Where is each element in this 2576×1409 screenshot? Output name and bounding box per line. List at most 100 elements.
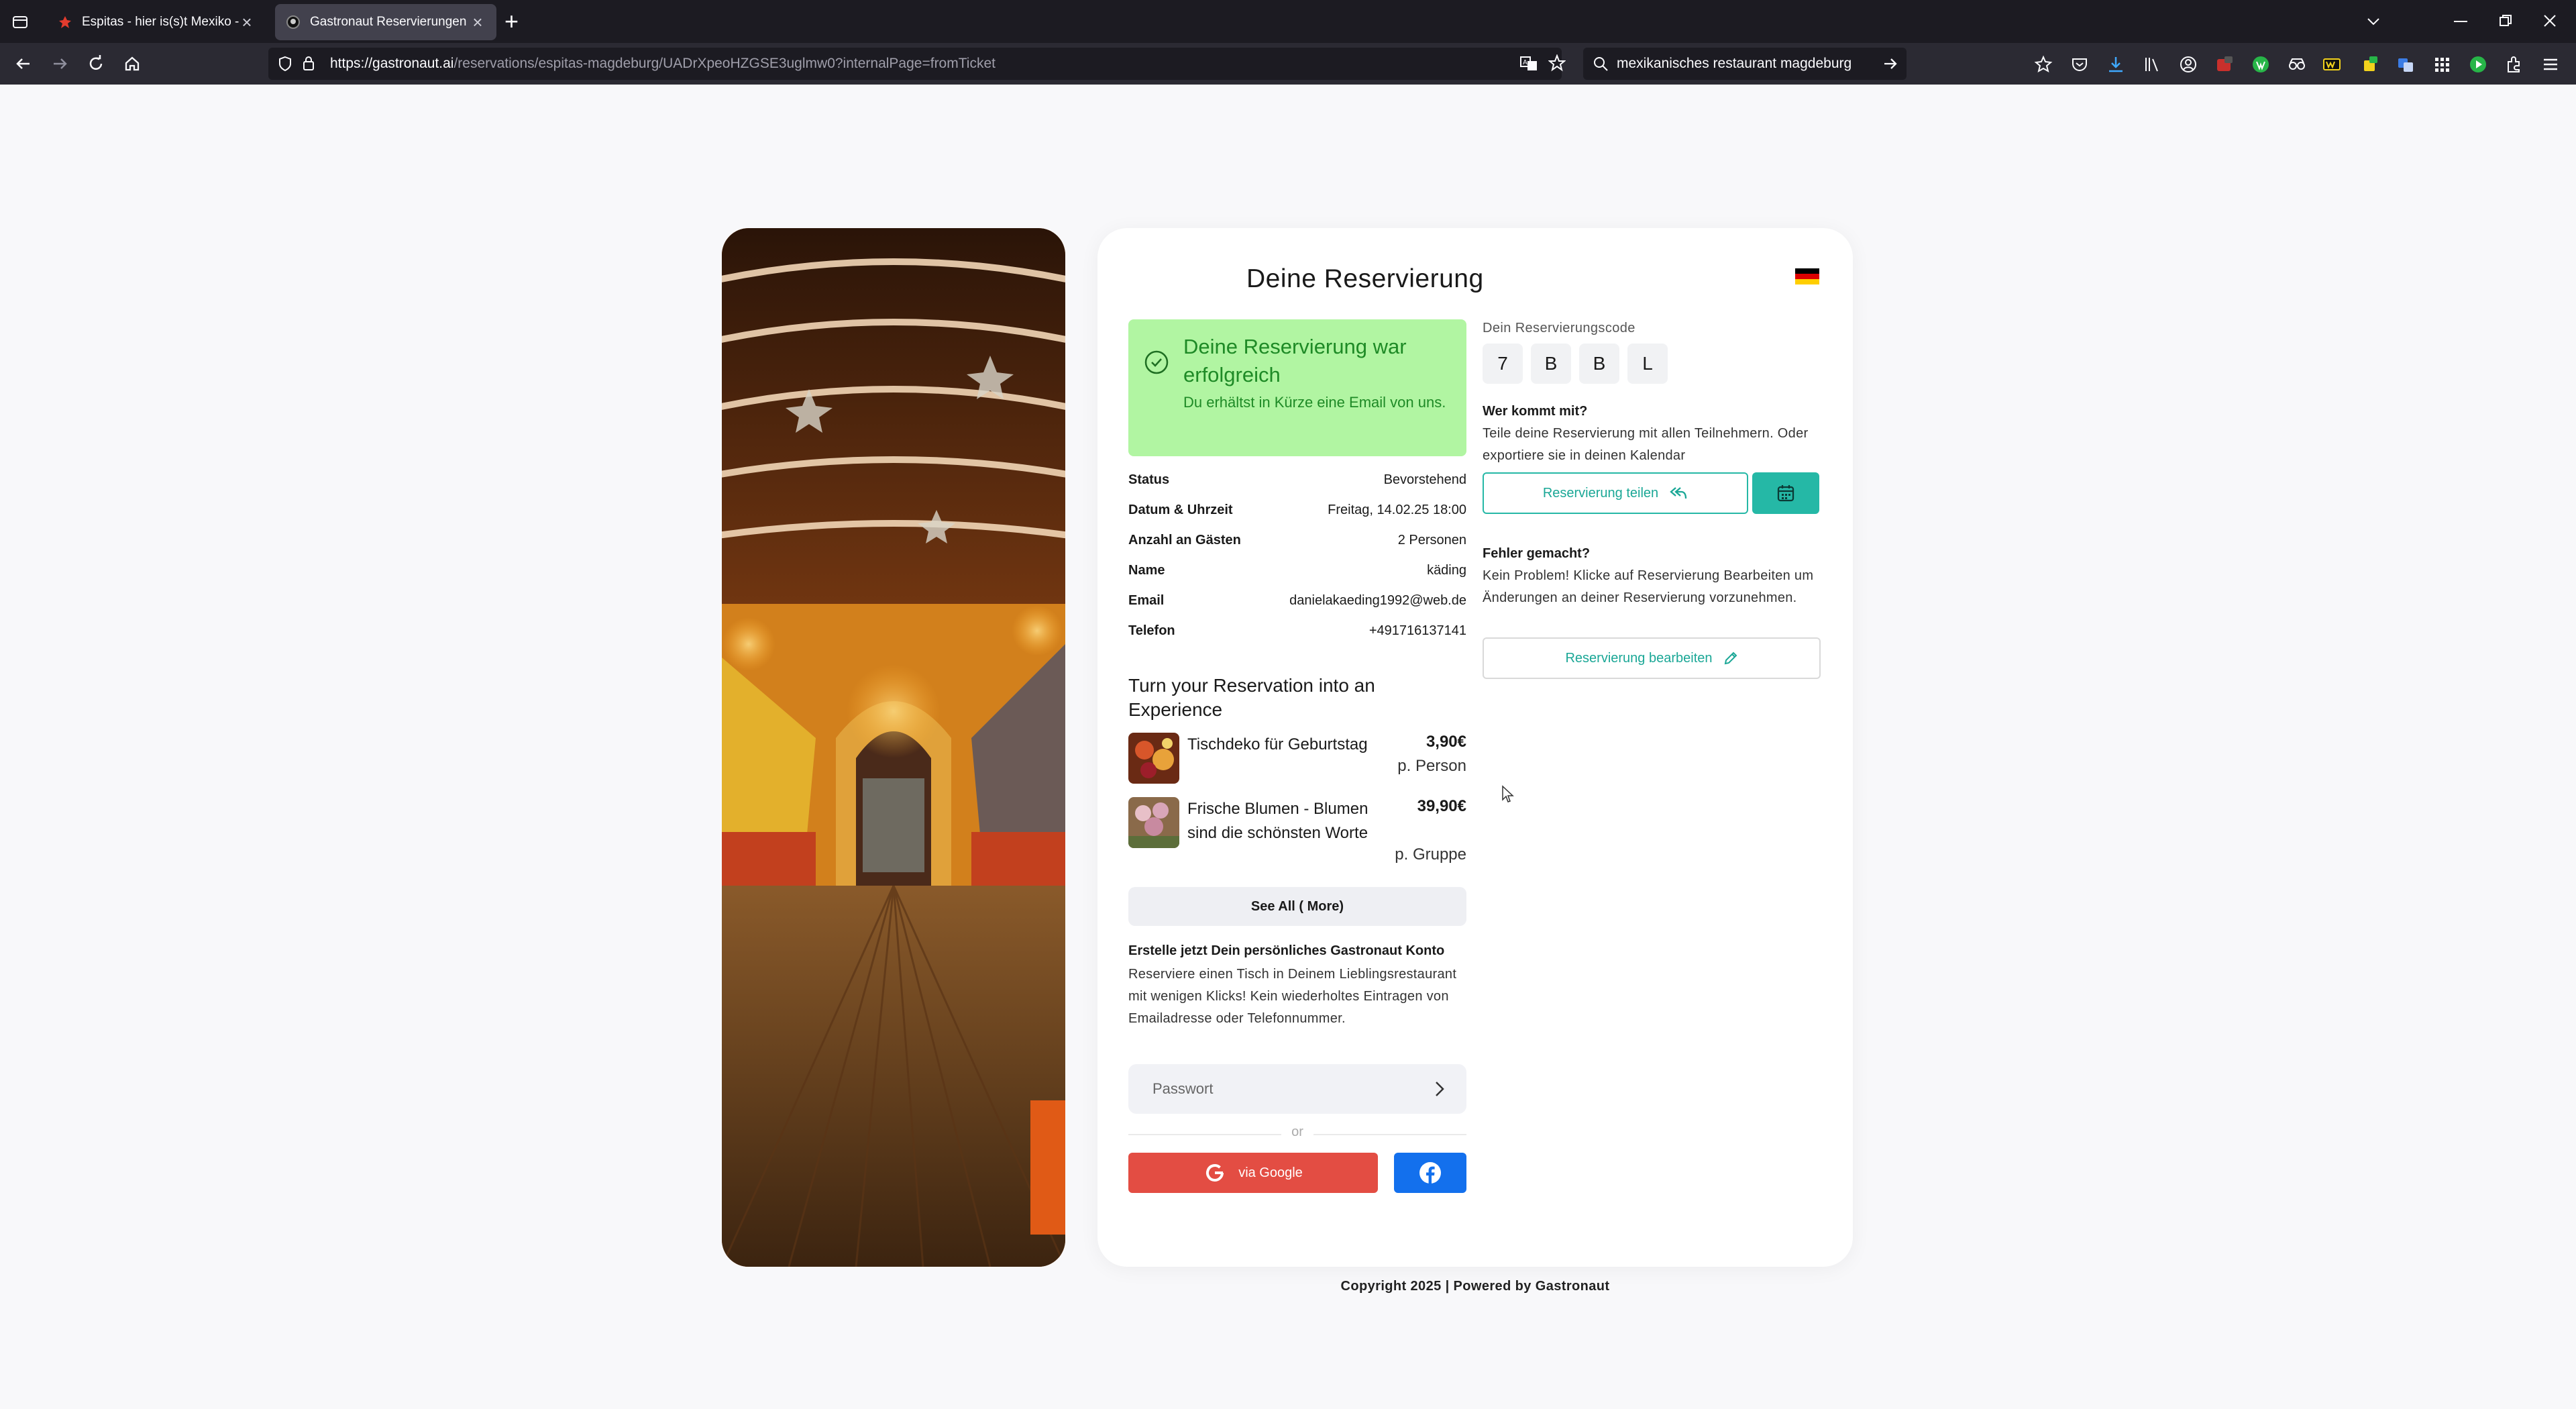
page-title: Deine Reservierung	[1246, 264, 1484, 293]
experience-item-tischdeko[interactable]: Tischdeko für Geburtstag 3,90€ p. Person	[1128, 733, 1466, 786]
search-input[interactable]: mexikanisches restaurant magdeburg	[1617, 56, 1851, 72]
close-tab-icon[interactable]: ×	[470, 13, 486, 31]
experience-item-unit: p. Gruppe	[1395, 845, 1466, 864]
detail-label: Status	[1128, 472, 1170, 487]
google-login-button[interactable]: via Google	[1128, 1153, 1378, 1193]
apps-grid-icon[interactable]	[2432, 55, 2451, 74]
list-all-tabs-icon[interactable]	[2365, 15, 2381, 28]
experience-title: Turn your Reservation into an Experience	[1128, 675, 1375, 720]
home-icon[interactable]	[122, 54, 142, 74]
code-char-1: 7	[1483, 344, 1523, 384]
google-login-label: via Google	[1238, 1165, 1303, 1180]
detail-row-phone: Telefon +491716137141	[1128, 623, 1466, 643]
german-flag-icon[interactable]	[1795, 268, 1819, 284]
detail-label: Name	[1128, 563, 1165, 578]
url-host: https://gastronaut.ai	[330, 56, 454, 71]
star-icon[interactable]	[1548, 54, 1566, 72]
extension-yellow-icon[interactable]	[2322, 55, 2341, 74]
menu-icon[interactable]	[2541, 55, 2560, 74]
share-reservation-button[interactable]: Reservierung teilen	[1483, 472, 1748, 514]
chevron-right-icon[interactable]	[1430, 1079, 1449, 1099]
forward-icon[interactable]	[50, 54, 70, 74]
search-icon	[1594, 57, 1608, 71]
tab-list-icon[interactable]	[9, 11, 31, 32]
tischdeko-thumbnail	[1128, 733, 1179, 784]
footer-copyright: Copyright 2025 | Powered by Gastronaut	[1340, 1279, 1610, 1294]
check-circle-icon	[1144, 350, 1169, 374]
extension-badge-icon[interactable]	[2361, 55, 2380, 74]
library-icon[interactable]	[2143, 55, 2161, 74]
edit-section-text: Kein Problem! Klicke auf Reservierung Be…	[1483, 568, 1814, 605]
tab-label: Espitas - hier is(s)t Mexiko - Espitas	[82, 15, 239, 29]
pencil-icon	[1724, 651, 1737, 665]
detail-label: Anzahl an Gästen	[1128, 533, 1241, 547]
gastronaut-favicon-icon	[286, 15, 300, 29]
success-banner: Deine Reservierung war erfolgreich Du er…	[1128, 319, 1466, 456]
share-section-text: Teile deine Reservierung mit allen Teiln…	[1483, 426, 1809, 463]
experience-item-blumen[interactable]: Frische Blumen - Blumen sind die schönst…	[1128, 797, 1466, 871]
restaurant-photo	[722, 228, 1065, 1267]
extensions-icon[interactable]	[2505, 55, 2524, 74]
url-bar[interactable]: https://gastronaut.ai/reservations/espit…	[268, 48, 1566, 80]
password-placeholder: Passwort	[1152, 1080, 1214, 1097]
detail-row-email: Email danielakaeding1992@web.de	[1128, 593, 1466, 613]
shield-icon[interactable]	[278, 56, 292, 72]
password-field[interactable]: Passwort	[1128, 1064, 1466, 1114]
detail-row-name: Name käding	[1128, 563, 1466, 583]
share-arrow-icon	[1670, 487, 1687, 499]
detail-value: Freitag, 14.02.25 18:00	[1328, 503, 1466, 517]
experience-item-price: 3,90€	[1426, 733, 1466, 751]
experience-item-name: Tischdeko für Geburtstag	[1187, 735, 1368, 753]
edit-reservation-button[interactable]: Reservierung bearbeiten	[1483, 637, 1821, 679]
url-path: /reservations/espitas-magdeburg/UADrXpeo…	[453, 56, 996, 71]
search-bar[interactable]: mexikanisches restaurant magdeburg	[1583, 48, 1907, 80]
success-title: Deine Reservierung war erfolgreich	[1183, 335, 1407, 386]
calendar-export-button[interactable]	[1752, 472, 1819, 514]
detail-value: +491716137141	[1368, 623, 1466, 638]
detail-row-datetime: Datum & Uhrzeit Freitag, 14.02.25 18:00	[1128, 503, 1466, 523]
minimize-icon[interactable]	[2454, 20, 2467, 23]
detail-value: Bevorstehend	[1383, 472, 1466, 487]
restore-icon[interactable]	[2500, 15, 2512, 27]
detail-value: 2 Personen	[1397, 533, 1466, 547]
lock-icon[interactable]	[302, 55, 315, 71]
calendar-icon	[1777, 485, 1794, 502]
detail-label: Datum & Uhrzeit	[1128, 503, 1233, 517]
close-tab-icon[interactable]: ×	[239, 13, 255, 31]
code-char-2: B	[1531, 344, 1571, 384]
account-title: Erstelle jetzt Dein persönliches Gastron…	[1128, 943, 1445, 958]
share-section-title: Wer kommt mit?	[1483, 404, 1588, 419]
pocket-save-icon[interactable]	[2034, 55, 2053, 74]
tab-bar: Espitas - hier is(s)t Mexiko - Espitas ×…	[0, 0, 2576, 43]
go-arrow-icon[interactable]	[1882, 56, 1898, 72]
extension-red-icon[interactable]	[2215, 55, 2234, 74]
see-all-button[interactable]: See All ( More)	[1128, 887, 1466, 926]
close-window-icon[interactable]	[2544, 15, 2556, 27]
new-tab-icon[interactable]: +	[504, 9, 519, 34]
google-icon	[1206, 1164, 1224, 1182]
pocket-icon[interactable]	[2070, 55, 2089, 74]
edit-reservation-label: Reservierung bearbeiten	[1565, 650, 1713, 666]
tab-espitas[interactable]: Espitas - hier is(s)t Mexiko - Espitas ×	[47, 4, 266, 40]
facebook-login-button[interactable]	[1394, 1153, 1466, 1193]
code-char-3: B	[1579, 344, 1619, 384]
experience-item-price: 39,90€	[1417, 797, 1466, 815]
translate-extension-icon[interactable]	[2396, 55, 2415, 74]
back-icon[interactable]	[13, 54, 34, 74]
mouse-cursor-icon	[1502, 785, 1514, 802]
detail-row-status: Status Bevorstehend	[1128, 472, 1466, 492]
detail-label: Telefon	[1128, 623, 1175, 638]
extension-play-icon[interactable]	[2469, 55, 2487, 74]
tab-gastronaut[interactable]: Gastronaut Reservierungen ×	[275, 4, 496, 40]
translate-icon[interactable]: A	[1520, 56, 1538, 72]
reservation-code-label: Dein Reservierungscode	[1483, 321, 1635, 335]
extension-green-icon[interactable]	[2251, 55, 2270, 74]
reload-icon[interactable]	[86, 54, 106, 74]
or-label: or	[1281, 1125, 1313, 1140]
detail-label: Email	[1128, 593, 1165, 608]
downloads-icon[interactable]	[2106, 55, 2125, 74]
code-char-4: L	[1627, 344, 1668, 384]
extension-glasses-icon[interactable]	[2288, 55, 2306, 74]
detail-value: danielakaeding1992@web.de	[1289, 593, 1466, 608]
account-icon[interactable]	[2179, 55, 2198, 74]
